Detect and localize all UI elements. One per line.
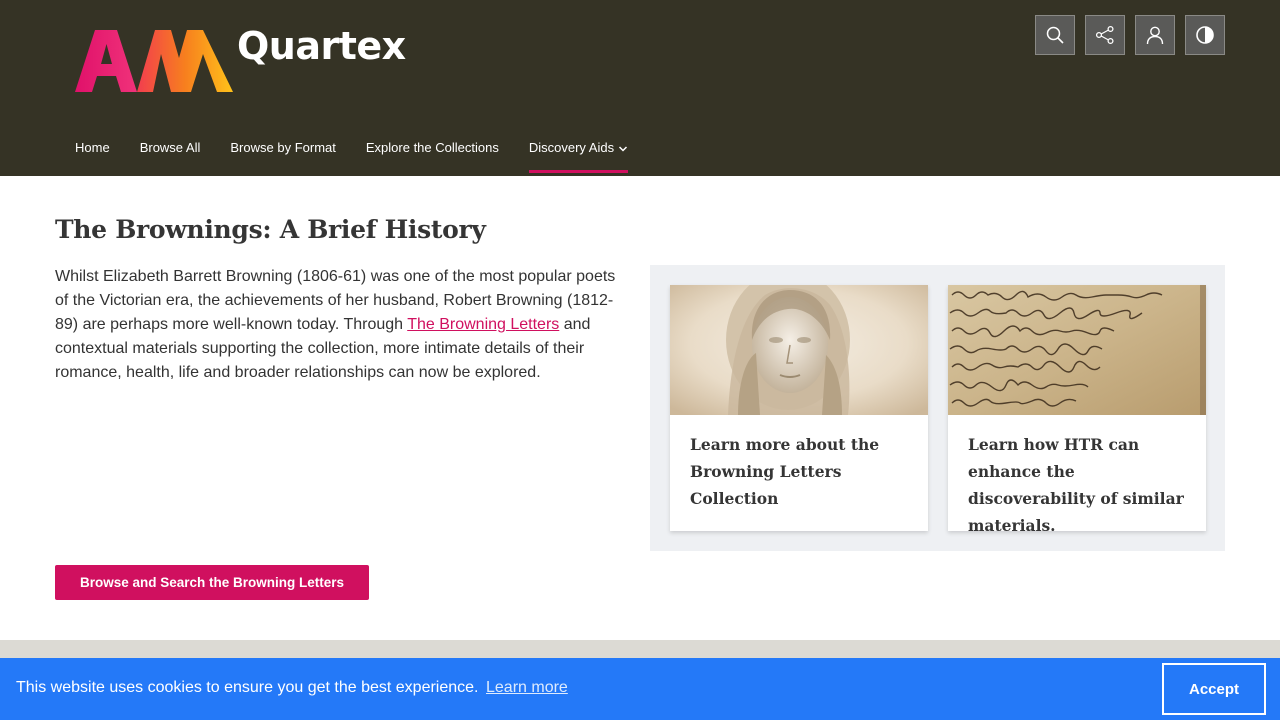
search-icon bbox=[1046, 26, 1064, 44]
nav-explore-collections[interactable]: Explore the Collections bbox=[366, 121, 499, 175]
nav-home[interactable]: Home bbox=[75, 121, 110, 175]
card-browning-collection-text: Learn more about the Browning Letters Co… bbox=[690, 435, 880, 508]
search-button[interactable] bbox=[1035, 15, 1075, 55]
main-nav: Home Browse All Browse by Format Explore… bbox=[75, 121, 629, 176]
user-button[interactable] bbox=[1135, 15, 1175, 55]
browning-letters-link[interactable]: The Browning Letters bbox=[407, 316, 559, 333]
card-browning-collection[interactable]: Learn more about the Browning Letters Co… bbox=[670, 285, 928, 531]
card-htr-text: Learn how HTR can enhance the discoverab… bbox=[968, 435, 1184, 535]
card-htr[interactable]: Learn how HTR can enhance the discoverab… bbox=[948, 285, 1206, 535]
feature-cards-panel: Learn more about the Browning Letters Co… bbox=[650, 265, 1225, 551]
nav-explore-collections-label: Explore the Collections bbox=[365, 140, 499, 155]
nav-discovery-aids-label: Discovery Aids bbox=[528, 140, 615, 155]
cookie-learn-more-link[interactable]: Learn more bbox=[486, 679, 568, 697]
toolbar bbox=[1035, 15, 1225, 55]
nav-browse-by-format-label: Browse by Format bbox=[230, 140, 336, 155]
portrait-bust-image bbox=[670, 285, 928, 415]
cookie-message: This website uses cookies to ensure you … bbox=[16, 679, 479, 696]
share-icon bbox=[1095, 25, 1114, 45]
nav-browse-by-format[interactable]: Browse by Format bbox=[230, 121, 335, 175]
cookie-accept-button[interactable]: Accept bbox=[1162, 663, 1266, 715]
intro-paragraph: Whilst Elizabeth Barrett Browning (1806-… bbox=[55, 265, 630, 385]
nav-browse-all[interactable]: Browse All bbox=[140, 121, 201, 175]
cookie-banner: This website uses cookies to ensure you … bbox=[0, 658, 1280, 720]
handwritten-letter-image bbox=[948, 285, 1206, 415]
user-icon bbox=[1146, 26, 1164, 45]
brand-name[interactable]: Quartex bbox=[237, 24, 406, 68]
browse-search-button[interactable]: Browse and Search the Browning Letters bbox=[55, 565, 369, 600]
share-button[interactable] bbox=[1085, 15, 1125, 55]
nav-browse-all-label: Browse All bbox=[139, 140, 201, 155]
site-header: Quartex Home Browse All Browse by Format… bbox=[0, 0, 1280, 176]
contrast-icon bbox=[1196, 26, 1214, 44]
page-title: The Brownings: A Brief History bbox=[55, 215, 486, 244]
contrast-button[interactable] bbox=[1185, 15, 1225, 55]
nav-home-label: Home bbox=[75, 140, 110, 155]
nav-discovery-aids[interactable]: Discovery Aids bbox=[528, 121, 629, 175]
chevron-down-icon bbox=[619, 146, 628, 152]
